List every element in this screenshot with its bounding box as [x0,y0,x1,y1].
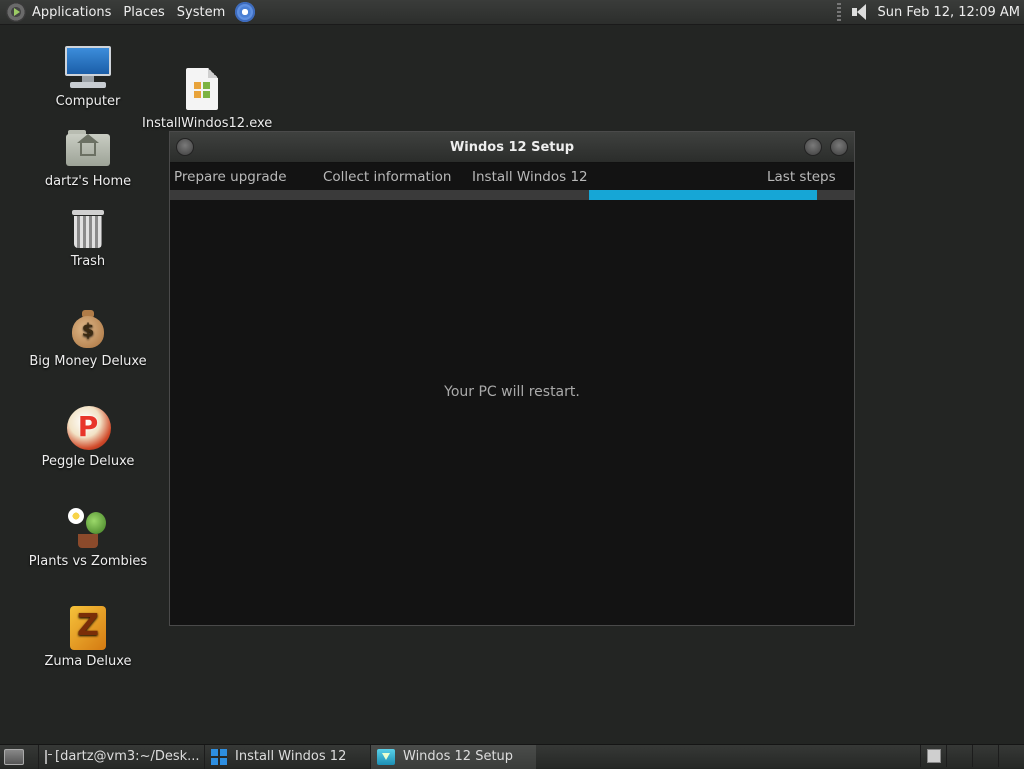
chrome-launcher-icon[interactable] [235,2,256,22]
taskbar-item-terminal[interactable]: [dartz@vm3:~/Desk... [38,744,204,769]
desktop-icon-label: Zuma Deluxe [44,654,132,669]
desktop-icon-trash[interactable]: Trash [28,204,148,269]
desktop-icon-peggle[interactable]: P Peggle Deluxe [28,404,148,469]
setup-progress-fill [589,190,817,200]
menu-places[interactable]: Places [117,0,170,25]
setup-window-titlebar[interactable]: Windos 12 Setup [170,132,854,163]
taskbar-item-setup[interactable]: Windos 12 Setup [370,744,536,769]
workspace-1[interactable] [920,744,946,767]
step-install: Install Windos 12 [472,169,588,185]
step-prepare-upgrade: Prepare upgrade [174,169,287,185]
taskbar-item-install[interactable]: Install Windos 12 [204,744,370,769]
menu-applications[interactable]: Applications [26,0,117,25]
windows-logo-icon [211,748,227,765]
bottom-panel: [dartz@vm3:~/Desk... Install Windos 12 W… [0,744,1024,769]
desktop-icon-label: InstallWindos12.exe [142,116,273,131]
setup-steps: Prepare upgrade Collect information Inst… [170,163,854,192]
workspace-3[interactable] [972,744,998,767]
trash-icon [64,204,112,252]
status-message: Your PC will restart. [444,384,580,400]
taskbar-item-label: Install Windos 12 [235,749,347,764]
desktop-icon-label: Peggle Deluxe [41,454,135,469]
desktop-icon-label: dartz's Home [44,174,132,189]
desktop-icon-label: Trash [70,254,106,269]
setup-progress-bar [170,190,854,200]
desktop-icon-home[interactable]: dartz's Home [28,124,148,189]
desktop-icon-pvz[interactable]: Plants vs Zombies [28,504,148,569]
desktop-icon-installer[interactable]: InstallWindos12.exe [142,66,273,131]
close-button[interactable] [830,138,848,156]
volume-icon[interactable] [849,2,871,22]
top-panel: Applications Places System Sun Feb 12, 1… [0,0,1024,25]
menu-system[interactable]: System [171,0,231,25]
setup-icon [377,748,395,765]
clock[interactable]: Sun Feb 12, 12:09 AM [877,5,1024,20]
exe-file-icon [178,66,226,114]
desktop-icon-label: Plants vs Zombies [28,554,148,569]
setup-window: Windos 12 Setup Prepare upgrade Collect … [169,131,855,626]
computer-icon [64,44,112,92]
minimize-button[interactable] [804,138,822,156]
desktop-icon-label: Big Money Deluxe [29,354,147,369]
desktop-icon-big-money[interactable]: $ Big Money Deluxe [28,304,148,369]
zuma-icon: Z [64,604,112,652]
panel-tray: Sun Feb 12, 12:09 AM [837,0,1024,25]
terminal-icon [45,749,52,764]
peggle-icon: P [64,404,112,452]
show-desktop-icon[interactable] [4,748,24,765]
step-collect-information: Collect information [323,169,452,185]
window-menu-button[interactable] [176,138,194,156]
desktop-icon-computer[interactable]: Computer [28,44,148,109]
home-folder-icon [64,124,112,172]
window-title: Windos 12 Setup [449,139,575,155]
workspace-2[interactable] [946,744,972,767]
money-bag-icon: $ [64,304,112,352]
step-last-steps: Last steps [767,169,836,185]
mate-menu-logo-icon[interactable] [6,2,26,22]
workspace-4[interactable] [998,744,1024,767]
plants-vs-zombies-icon [64,504,112,552]
panel-drag-handle[interactable] [837,3,842,21]
desktop-icon-zuma[interactable]: Z Zuma Deluxe [28,604,148,669]
workspace-switcher [920,744,1024,769]
taskbar-item-label: [dartz@vm3:~/Desk... [55,749,200,764]
taskbar-item-label: Windos 12 Setup [403,749,514,764]
desktop-icon-label: Computer [55,94,121,109]
